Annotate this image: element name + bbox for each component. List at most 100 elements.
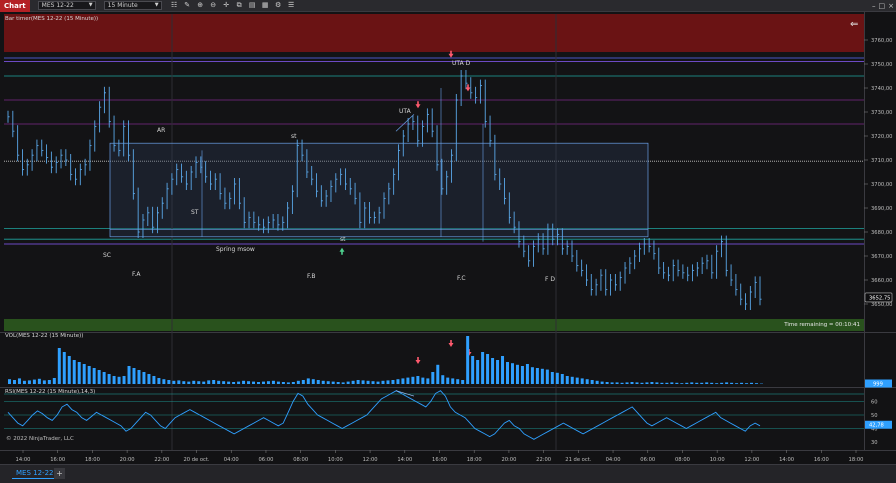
volume-bar: [525, 364, 529, 384]
volume-bar: [535, 368, 539, 384]
back-arrow-icon[interactable]: ⇐: [850, 19, 858, 30]
volume-bar: [247, 381, 251, 384]
volume-bar: [401, 378, 405, 384]
volume-bar: [381, 380, 385, 384]
wyckoff-annotation: UTA: [399, 108, 412, 115]
volume-bar: [501, 356, 505, 384]
time-axis-label: 21 de oct.: [565, 457, 591, 463]
crosshair-icon[interactable]: ✛: [222, 1, 231, 10]
volume-bar: [411, 376, 415, 384]
maximize-button[interactable]: □: [879, 0, 886, 12]
volume-bar: [107, 374, 111, 384]
volume-bar: [730, 382, 734, 384]
time-axis-label: 16:00: [814, 457, 829, 463]
volume-bar: [421, 377, 425, 384]
wyckoff-annotation: SC: [103, 252, 111, 259]
volume-bar: [745, 383, 749, 384]
add-tab-button[interactable]: +: [54, 468, 65, 479]
volume-bar: [157, 378, 161, 384]
zoom-out-icon[interactable]: ⊖: [209, 1, 218, 10]
volume-bar: [700, 382, 704, 384]
pencil-icon[interactable]: ✎: [183, 1, 192, 10]
stack-icon[interactable]: ▦: [261, 1, 270, 10]
rsi-axis-label: 60: [871, 400, 878, 406]
time-axis-label: 12:00: [744, 457, 759, 463]
volume-bar: [555, 372, 559, 384]
volume-bar: [755, 383, 759, 384]
time-axis-label: 04:00: [606, 457, 621, 463]
volume-bar: [102, 372, 106, 384]
zoom-in-icon[interactable]: ⊕: [196, 1, 205, 10]
volume-bar: [92, 368, 96, 384]
volume-bar: [52, 378, 56, 384]
volume-bar: [540, 368, 544, 384]
volume-bar: [451, 378, 455, 384]
volume-bar: [87, 366, 91, 384]
tab-mes-12-22[interactable]: MES 12-22: [12, 468, 58, 479]
volume-bar: [27, 380, 31, 384]
volume-bar: [242, 380, 246, 384]
volume-bar: [665, 382, 669, 384]
lines-icon[interactable]: ☰: [287, 1, 296, 10]
volume-bar: [391, 380, 395, 384]
volume-bar: [625, 382, 629, 384]
time-axis-label: 20 de oct.: [183, 457, 209, 463]
volume-bar: [276, 381, 280, 384]
time-axis-label: 22:00: [154, 457, 169, 463]
rsi-last-label: 42,78: [869, 423, 884, 429]
price-axis-label: 3760,00: [871, 38, 892, 44]
volume-bar: [386, 380, 390, 384]
volume-bar: [481, 352, 485, 384]
volume-bar: [351, 380, 355, 384]
volume-bar: [222, 381, 226, 384]
bars-icon[interactable]: ☷: [170, 1, 179, 10]
volume-bar: [720, 382, 724, 384]
volume-bar: [67, 356, 71, 384]
volume-bar: [301, 380, 305, 384]
tab-bar: MES 12-22 +: [0, 464, 896, 483]
volume-bar: [62, 352, 66, 384]
copy-icon[interactable]: ⧉: [235, 1, 244, 10]
volume-bar: [207, 380, 211, 384]
interval-select[interactable]: 15 Minute ▼: [103, 1, 162, 10]
volume-bar: [461, 380, 465, 384]
volume-bar: [326, 381, 330, 384]
price-axis-label: 3710,00: [871, 158, 892, 164]
volume-bar: [162, 379, 166, 384]
volume-bar: [630, 382, 634, 384]
time-axis-label: 10:00: [710, 457, 725, 463]
price-axis-label: 3670,00: [871, 254, 892, 260]
chart-area[interactable]: Time remaining = 00:10:41 SC AR ST st Spring …: [0, 12, 896, 464]
volume-bar: [545, 369, 549, 384]
volume-bar: [710, 382, 714, 384]
volume-bar: [466, 336, 470, 384]
rsi-axis-label: 30: [871, 440, 878, 446]
volume-bar: [371, 381, 375, 384]
instrument-select[interactable]: MES 12-22 ▼: [37, 1, 96, 10]
time-axis-label: 08:00: [675, 457, 690, 463]
chart-canvas[interactable]: Time remaining = 00:10:41 SC AR ST st Spring …: [0, 12, 896, 464]
properties-icon[interactable]: ⚙: [274, 1, 283, 10]
volume-bar: [585, 379, 589, 384]
time-axis-label: 22:00: [536, 457, 551, 463]
interval-value: 15 Minute: [107, 2, 138, 9]
export-icon[interactable]: ▤: [248, 1, 257, 10]
volume-bar: [266, 381, 270, 384]
volume-bar: [446, 377, 450, 384]
volume-bar: [520, 366, 524, 384]
volume-bar: [296, 380, 300, 384]
volume-bar: [655, 382, 659, 384]
support-band: [4, 319, 864, 331]
chart-toolbar: Chart MES 12-22 ▼ 15 Minute ▼ ☷ ✎ ⊕ ⊖ ✛ …: [0, 0, 896, 12]
time-axis-label: 20:00: [120, 457, 135, 463]
volume-bar: [271, 380, 275, 384]
minimize-button[interactable]: –: [872, 0, 876, 12]
close-button[interactable]: ×: [888, 0, 894, 12]
wyckoff-annotation: ST: [191, 209, 199, 216]
rsi-axis-label: 50: [871, 413, 878, 419]
volume-bar: [491, 358, 495, 384]
volume-bar: [575, 377, 579, 384]
volume-bar: [177, 380, 181, 384]
price-axis-label: 3700,00: [871, 182, 892, 188]
volume-bar: [660, 382, 664, 384]
